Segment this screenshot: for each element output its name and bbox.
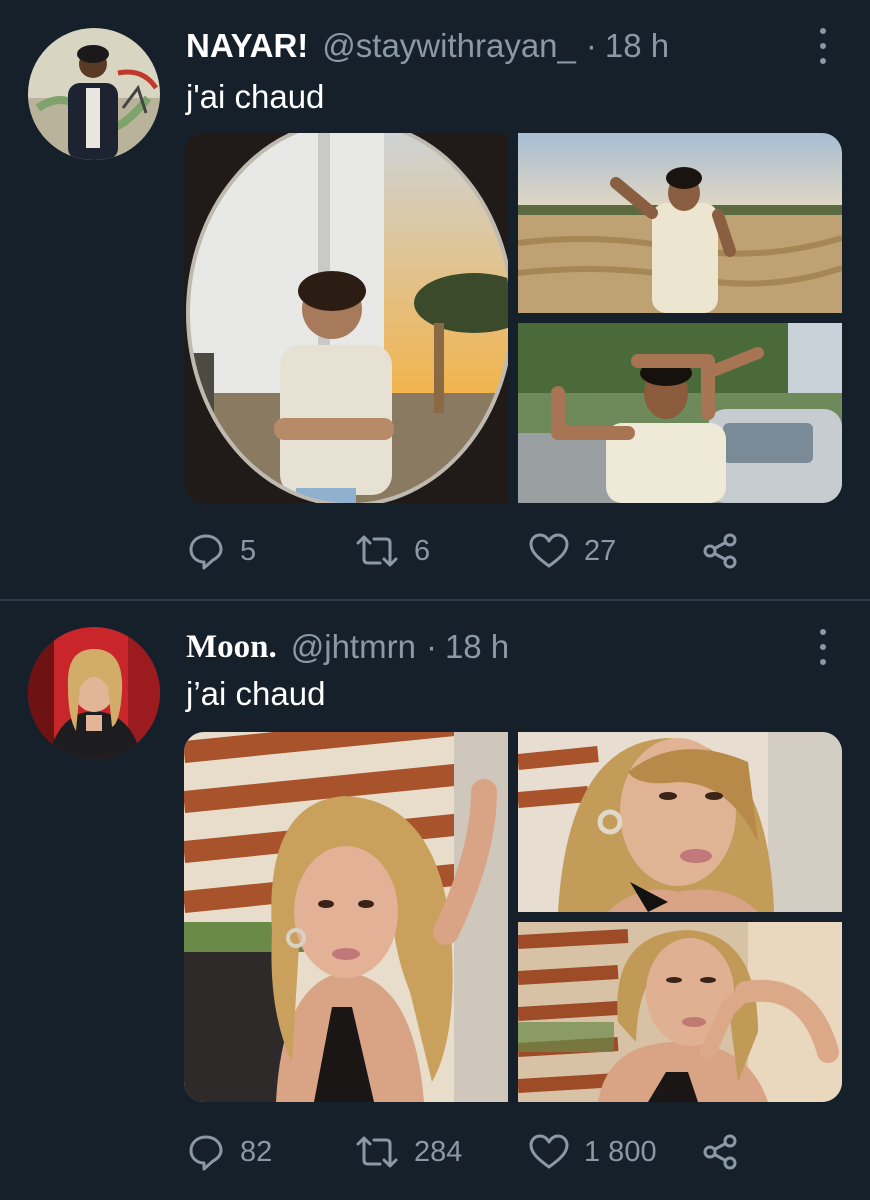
avatar[interactable] bbox=[28, 627, 160, 759]
tweet-header: Moon. @jhtmrn · 18 h bbox=[186, 625, 509, 669]
author-handle[interactable]: @jhtmrn bbox=[291, 628, 416, 666]
reply-count: 82 bbox=[240, 1135, 273, 1168]
retweet-icon bbox=[356, 1136, 398, 1168]
retweet-count: 6 bbox=[414, 534, 431, 567]
photo[interactable] bbox=[184, 732, 508, 1102]
reply-count: 5 bbox=[240, 534, 257, 567]
photo[interactable] bbox=[518, 323, 842, 503]
retweet-button[interactable]: 284 bbox=[354, 1129, 462, 1175]
media-grid bbox=[184, 732, 842, 1102]
tweet-text: j'ai chaud bbox=[186, 78, 325, 115]
more-icon[interactable] bbox=[814, 28, 832, 64]
reply-icon bbox=[189, 534, 223, 570]
tweet-header: NAYAR! @staywithrayan_ · 18 h bbox=[186, 24, 669, 68]
author-name[interactable]: NAYAR! bbox=[186, 27, 308, 65]
media-grid bbox=[184, 133, 842, 503]
retweet-button[interactable]: 6 bbox=[354, 528, 430, 574]
heart-icon bbox=[529, 533, 569, 568]
photo[interactable] bbox=[184, 133, 508, 503]
tweet[interactable]: Moon. @jhtmrn · 18 h j’ai chaud 82 284 1… bbox=[0, 601, 870, 1200]
photo[interactable] bbox=[518, 922, 842, 1102]
share-button[interactable] bbox=[700, 1129, 740, 1175]
like-button[interactable]: 1 800 bbox=[528, 1129, 657, 1175]
share-icon bbox=[703, 533, 737, 569]
separator-dot: · bbox=[425, 628, 437, 665]
reply-icon bbox=[189, 1135, 223, 1171]
retweet-count: 284 bbox=[414, 1135, 463, 1168]
action-bar: 82 284 1 800 bbox=[186, 1129, 746, 1175]
reply-button[interactable]: 5 bbox=[186, 528, 256, 574]
avatar[interactable] bbox=[28, 28, 160, 160]
like-count: 1 800 bbox=[584, 1135, 657, 1168]
photo[interactable] bbox=[518, 133, 842, 313]
action-bar: 5 6 27 bbox=[186, 528, 746, 574]
share-button[interactable] bbox=[700, 528, 740, 574]
author-handle[interactable]: @staywithrayan_ bbox=[322, 27, 576, 65]
timestamp[interactable]: 18 h bbox=[605, 27, 669, 65]
like-count: 27 bbox=[584, 534, 617, 567]
photo[interactable] bbox=[518, 732, 842, 912]
author-name[interactable]: Moon. bbox=[186, 629, 277, 666]
heart-icon bbox=[529, 1134, 569, 1169]
retweet-icon bbox=[356, 535, 398, 567]
reply-button[interactable]: 82 bbox=[186, 1129, 272, 1175]
tweet[interactable]: NAYAR! @staywithrayan_ · 18 h j'ai chaud bbox=[0, 0, 870, 599]
share-icon bbox=[703, 1134, 737, 1170]
like-button[interactable]: 27 bbox=[528, 528, 616, 574]
tweet-text: j’ai chaud bbox=[186, 675, 326, 712]
more-icon[interactable] bbox=[814, 629, 832, 665]
timestamp[interactable]: 18 h bbox=[445, 628, 509, 666]
separator-dot: · bbox=[585, 27, 597, 64]
